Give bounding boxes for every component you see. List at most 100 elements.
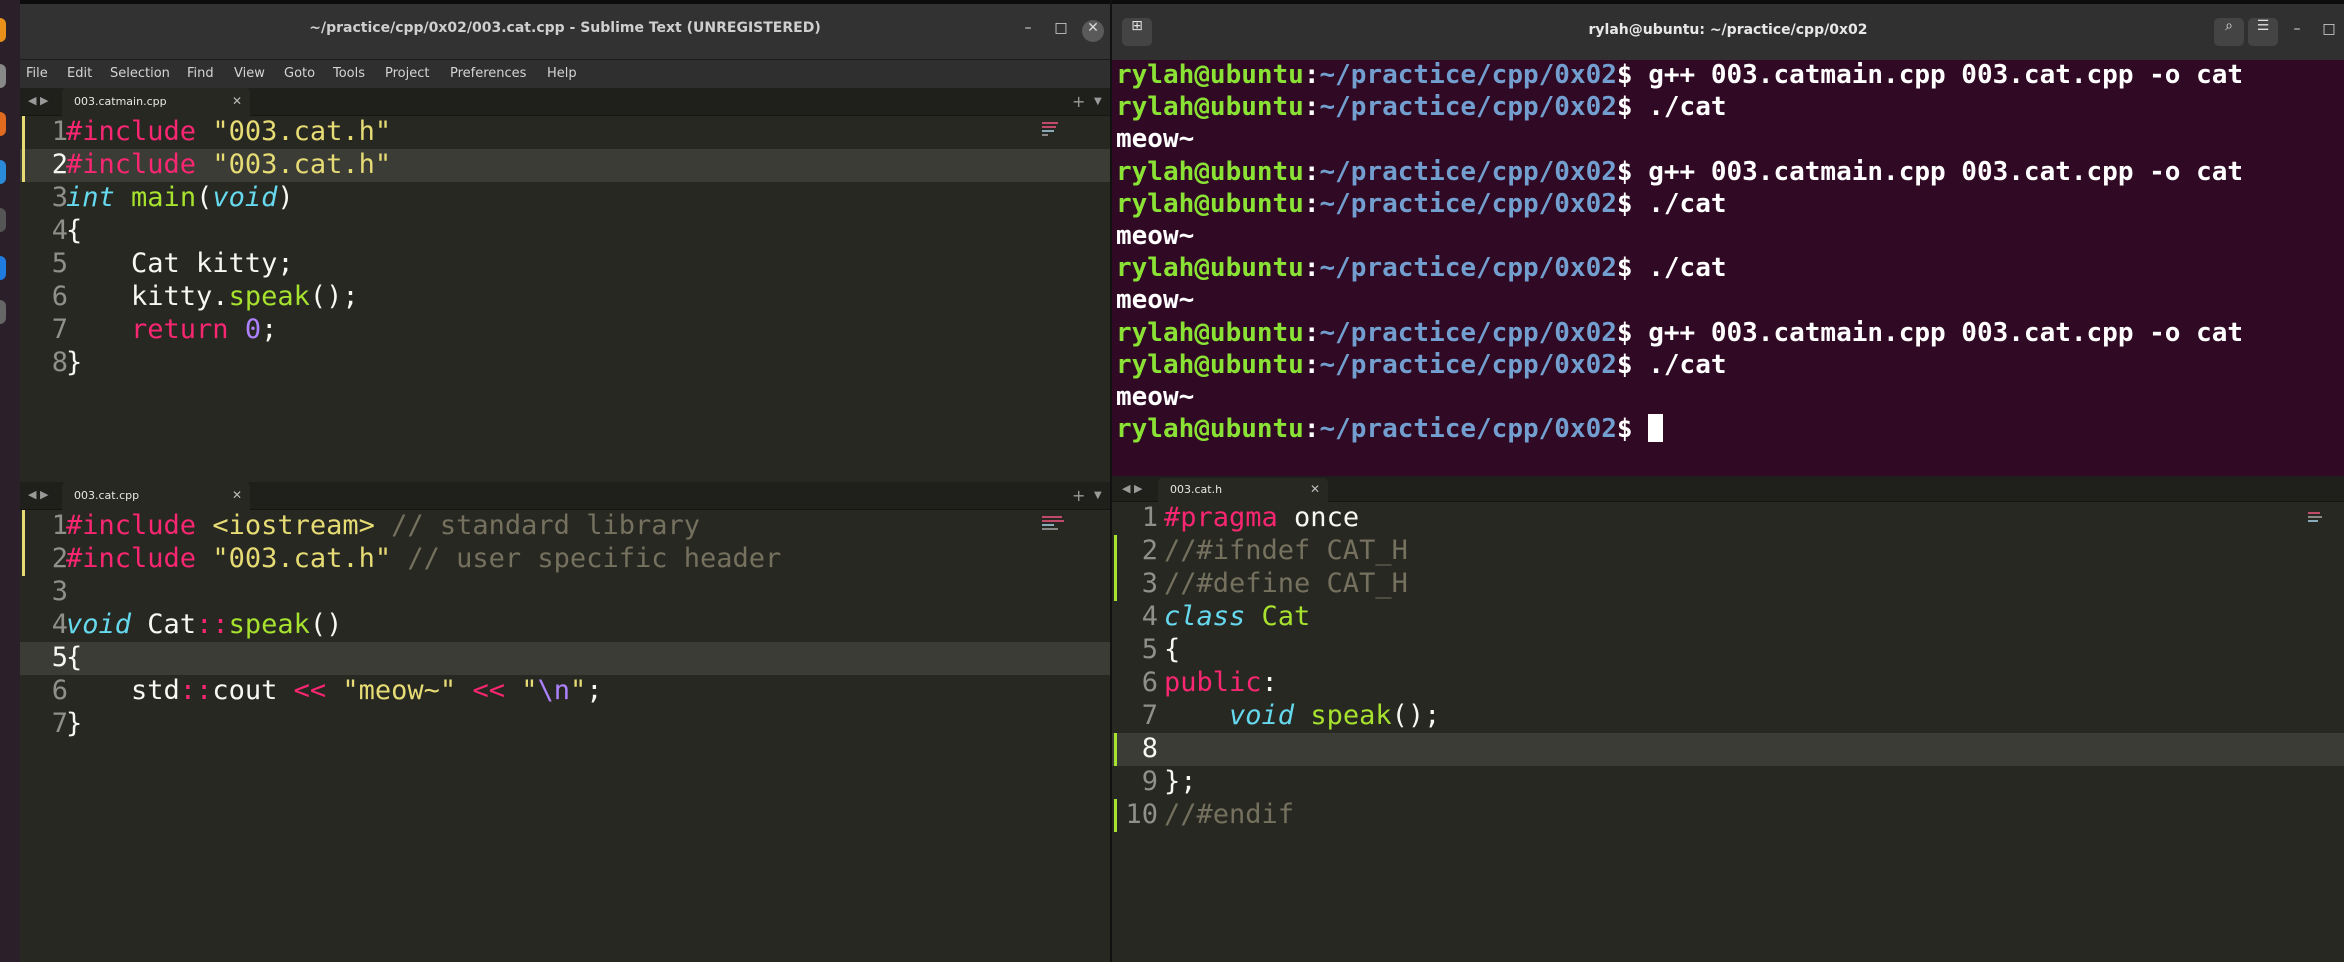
tab-003-cat-h[interactable]: 003.cat.h ✕	[1158, 478, 1328, 502]
code-line[interactable]: 5{	[20, 642, 1110, 675]
code-token: ;	[261, 314, 278, 345]
code-text: public:	[1164, 667, 1278, 698]
hamburger-menu-icon[interactable]: ☰	[2248, 18, 2278, 46]
code-line[interactable]: 7 void speak();	[1112, 700, 2344, 733]
terminal-output-line: meow~	[1116, 221, 1194, 253]
code-line[interactable]: 1 #include "003.cat.h"	[20, 116, 1110, 149]
maximize-button[interactable]: □	[2318, 21, 2340, 43]
menu-tools[interactable]: Tools	[333, 66, 365, 81]
code-line[interactable]: 6 public:	[1112, 667, 2344, 700]
line-number: 4	[51, 609, 68, 640]
dock-app-icon[interactable]	[0, 160, 6, 184]
dock-app-icon[interactable]	[0, 208, 6, 232]
code-line[interactable]: 3 int main(void)	[20, 182, 1110, 215]
code-line[interactable]: 2 #include "003.cat.h"	[20, 149, 1110, 182]
menu-find[interactable]: Find	[187, 66, 214, 81]
code-line[interactable]: 4 class Cat	[1112, 601, 2344, 634]
line-number: 1	[51, 510, 68, 541]
code-token: #include	[66, 510, 213, 541]
code-line[interactable]: 6 kitty.speak();	[20, 281, 1110, 314]
line-number: 3	[51, 182, 68, 213]
code-line[interactable]: 7}	[20, 708, 1110, 741]
prompt-path: ~/practice/cpp/0x02	[1319, 156, 1617, 187]
dock-app-icon[interactable]	[0, 256, 6, 280]
code-token: void	[1229, 700, 1295, 731]
tab-nav-arrows[interactable]: ◀ ▶	[28, 94, 48, 107]
menu-goto[interactable]: Goto	[284, 66, 315, 81]
menu-project[interactable]: Project	[385, 66, 429, 81]
code-token: class	[1164, 601, 1246, 632]
terminal-titlebar[interactable]: ⊞ rylah@ubuntu: ~/practice/cpp/0x02 ⌕ ☰ …	[1112, 4, 2344, 60]
terminal-output[interactable]: rylah@ubuntu:~/practice/cpp/0x02$ g++ 00…	[1116, 60, 2344, 476]
new-tab-icon[interactable]: +	[1072, 92, 1085, 111]
terminal-title: rylah@ubuntu: ~/practice/cpp/0x02	[1588, 22, 1868, 38]
code-line[interactable]: 6 std::cout << "meow~" << "\n";	[20, 675, 1110, 708]
code-token: "003.cat.h"	[212, 149, 392, 180]
code-line[interactable]: 1 #include <iostream> // standard library	[20, 510, 1110, 543]
maximize-button[interactable]: □	[1050, 20, 1072, 42]
code-line[interactable]: 3//#define CAT_H	[1112, 568, 2344, 601]
code-line[interactable]: 1 #pragma once	[1112, 502, 2344, 535]
tab-003-cat-cpp[interactable]: 003.cat.cpp ✕	[62, 482, 250, 510]
search-icon[interactable]: ⌕	[2214, 18, 2244, 46]
code-line[interactable]: 2//#ifndef CAT_H	[1112, 535, 2344, 568]
output-text: meow~	[1116, 285, 1195, 316]
terminal-prompt-line: rylah@ubuntu:~/practice/cpp/0x02$	[1116, 414, 1664, 446]
prompt-separator: :	[1303, 349, 1320, 380]
menu-edit[interactable]: Edit	[67, 66, 92, 81]
menu-help[interactable]: Help	[547, 66, 577, 81]
menu-file[interactable]: File	[26, 66, 48, 81]
code-line[interactable]: 8}	[20, 347, 1110, 380]
code-line[interactable]: 8	[1112, 733, 2344, 766]
code-line[interactable]: 10//#endif	[1112, 799, 2344, 832]
command-text: ./cat	[1648, 253, 1727, 284]
code-line[interactable]: 7 return 0;	[20, 314, 1110, 347]
tab-menu-icon[interactable]: ▼	[1094, 490, 1102, 501]
code-line[interactable]: 4{	[20, 215, 1110, 248]
code-line[interactable]: 3	[20, 576, 1110, 609]
close-button[interactable]: ✕	[1082, 20, 1104, 42]
menu-selection[interactable]: Selection	[110, 66, 170, 81]
dock-app-icon[interactable]	[0, 18, 6, 42]
code-line[interactable]: 5 Cat kitty;	[20, 248, 1110, 281]
terminal-prompt-line: rylah@ubuntu:~/practice/cpp/0x02$ g++ 00…	[1116, 157, 2243, 189]
tab-bar: ◀ ▶ 003.cat.cpp ✕ + ▼	[20, 482, 1110, 510]
prompt-user: rylah@ubuntu	[1116, 317, 1304, 348]
prompt-user: rylah@ubuntu	[1116, 253, 1304, 284]
menu-view[interactable]: View	[234, 66, 265, 81]
code-line[interactable]: 9};	[1112, 766, 2344, 799]
code-line[interactable]: 5{	[1112, 634, 2344, 667]
code-token: ::	[179, 675, 213, 706]
tab-close-icon[interactable]: ✕	[232, 488, 242, 502]
code-text: #include "003.cat.h"	[66, 149, 391, 180]
prompt-user: rylah@ubuntu	[1116, 349, 1304, 380]
code-token: ()	[309, 609, 343, 640]
minimize-button[interactable]: –	[1017, 20, 1039, 42]
sublime-titlebar[interactable]: ~/practice/cpp/0x02/003.cat.cpp - Sublim…	[20, 4, 1110, 60]
line-number: 2	[51, 149, 68, 180]
tab-nav-arrows[interactable]: ◀ ▶	[28, 488, 48, 501]
tab-close-icon[interactable]: ✕	[232, 94, 242, 108]
dock-app-icon[interactable]	[0, 112, 6, 136]
tab-nav-arrows[interactable]: ◀ ▶	[1122, 482, 1142, 495]
code-text: class Cat	[1164, 601, 1310, 632]
code-line[interactable]: 2 #include "003.cat.h" // user specific h…	[20, 543, 1110, 576]
tab-003-catmain-cpp[interactable]: 003.catmain.cpp ✕	[62, 88, 250, 116]
line-number: 4	[1141, 601, 1158, 632]
dock-app-icon[interactable]	[0, 64, 6, 88]
code-text: //#endif	[1164, 799, 1294, 830]
code-text: Cat kitty;	[66, 248, 294, 279]
minimize-button[interactable]: –	[2286, 21, 2308, 43]
dock-app-icon[interactable]	[0, 300, 6, 324]
code-text: {	[66, 642, 82, 673]
tab-menu-icon[interactable]: ▼	[1094, 96, 1102, 107]
tab-close-icon[interactable]: ✕	[1310, 482, 1320, 496]
menu-preferences[interactable]: Preferences	[450, 66, 526, 81]
code-line[interactable]: 4 void Cat::speak()	[20, 609, 1110, 642]
new-tab-icon[interactable]: +	[1072, 486, 1085, 505]
output-text: meow~	[1116, 124, 1195, 155]
